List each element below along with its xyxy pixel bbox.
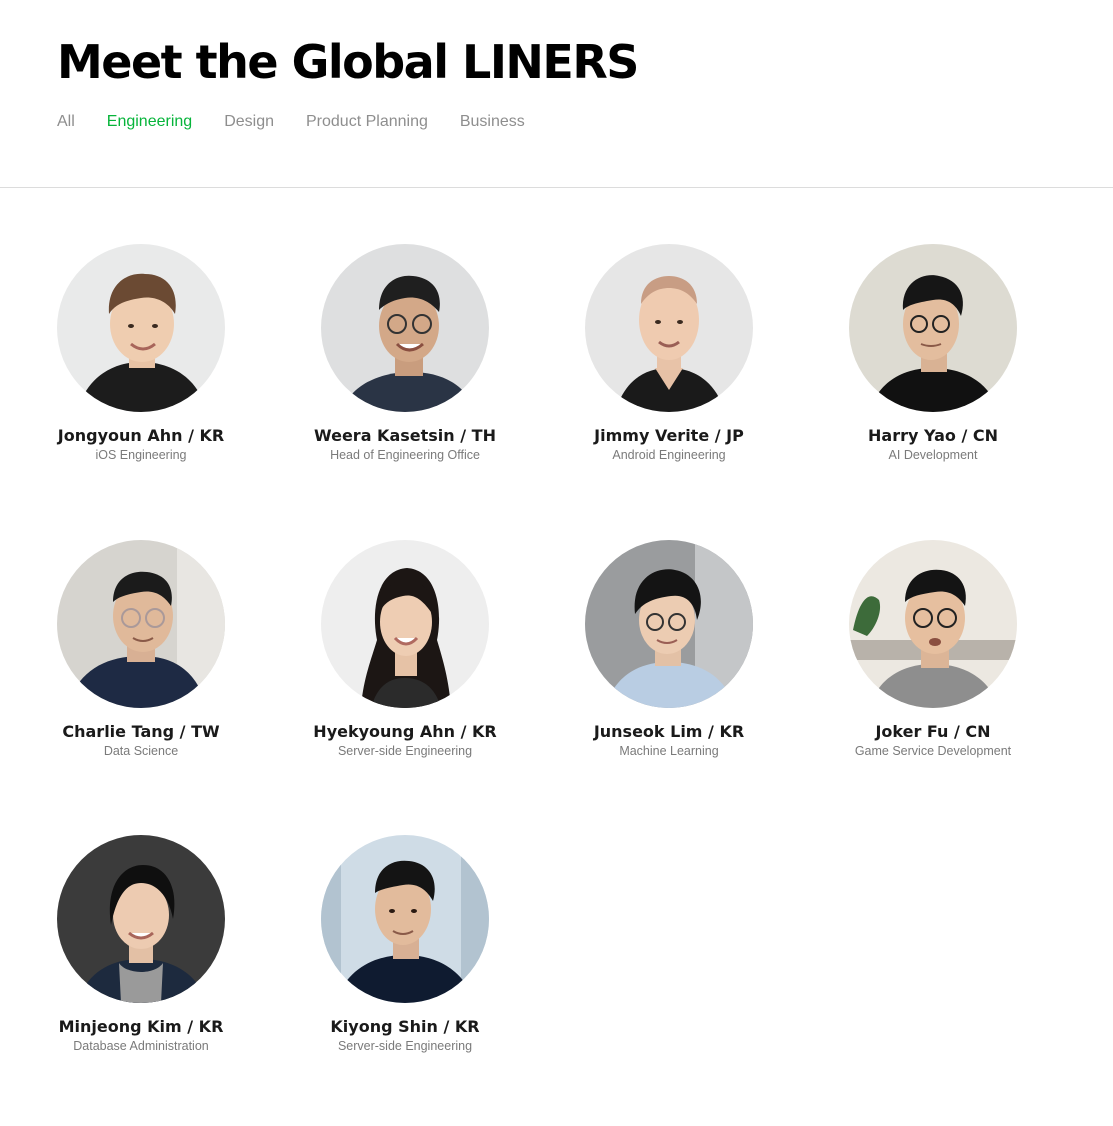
person-photo-icon (57, 540, 225, 708)
member-role: AI Development (888, 448, 978, 462)
member-photo[interactable] (585, 244, 753, 412)
member-photo[interactable] (57, 244, 225, 412)
member-name: Joker Fu / CN (875, 722, 991, 741)
member-photo[interactable] (585, 540, 753, 708)
member-role: Server-side Engineering (337, 744, 473, 758)
person-photo-icon (321, 540, 489, 708)
person-photo-icon (57, 244, 225, 412)
member-role: iOS Engineering (95, 448, 187, 462)
member-photo[interactable] (849, 244, 1017, 412)
member-name: Minjeong Kim / KR (58, 1017, 224, 1036)
member-card[interactable]: Minjeong Kim / KR Database Administratio… (57, 835, 225, 1055)
member-role: Machine Learning (619, 744, 719, 758)
member-card[interactable]: Joker Fu / CN Game Service Development (849, 540, 1017, 760)
member-card[interactable]: Hyekyoung Ahn / KR Server-side Engineeri… (313, 540, 497, 760)
member-card[interactable]: Kiyong Shin / KR Server-side Engineering (321, 835, 489, 1055)
person-photo-icon (585, 244, 753, 412)
member-name: Junseok Lim / KR (593, 722, 745, 741)
page-title: Meet the Global LINERS (57, 35, 639, 89)
person-photo-icon (321, 244, 489, 412)
member-photo[interactable] (321, 244, 489, 412)
member-photo[interactable] (321, 540, 489, 708)
member-card[interactable]: Jongyoun Ahn / KR iOS Engineering (57, 244, 225, 464)
person-photo-icon (57, 835, 225, 1003)
member-name: Hyekyoung Ahn / KR (313, 722, 497, 741)
member-name: Kiyong Shin / KR (330, 1017, 480, 1036)
member-name: Jimmy Verite / JP (594, 426, 744, 445)
member-role: Head of Engineering Office (330, 448, 480, 462)
person-photo-icon (321, 835, 489, 1003)
member-name: Weera Kasetsin / TH (314, 426, 496, 445)
tab-business[interactable]: Business (460, 111, 525, 133)
member-photo[interactable] (321, 835, 489, 1003)
member-card[interactable]: Charlie Tang / TW Data Science (57, 540, 225, 760)
member-photo[interactable] (849, 540, 1017, 708)
member-name: Harry Yao / CN (868, 426, 998, 445)
member-role: Database Administration (73, 1039, 209, 1053)
member-role: Game Service Development (854, 744, 1012, 758)
category-tabs: All Engineering Design Product Planning … (57, 111, 557, 133)
tab-product-planning[interactable]: Product Planning (306, 111, 428, 133)
tab-all[interactable]: All (57, 111, 75, 133)
member-name: Charlie Tang / TW (62, 722, 220, 741)
tab-design[interactable]: Design (224, 111, 274, 133)
tab-engineering[interactable]: Engineering (107, 111, 192, 133)
member-role: Server-side Engineering (337, 1039, 473, 1053)
member-photo[interactable] (57, 835, 225, 1003)
person-photo-icon (585, 540, 753, 708)
member-card[interactable]: Weera Kasetsin / TH Head of Engineering … (314, 244, 496, 464)
member-photo[interactable] (57, 540, 225, 708)
person-photo-icon (849, 540, 1017, 708)
person-photo-icon (849, 244, 1017, 412)
member-card[interactable]: Junseok Lim / KR Machine Learning (585, 540, 753, 760)
member-card[interactable]: Jimmy Verite / JP Android Engineering (585, 244, 753, 464)
page-header: Meet the Global LINERS All Engineering D… (0, 0, 1113, 188)
member-role: Data Science (103, 744, 179, 758)
member-name: Jongyoun Ahn / KR (57, 426, 225, 445)
member-role: Android Engineering (612, 448, 726, 462)
member-card[interactable]: Harry Yao / CN AI Development (849, 244, 1017, 464)
